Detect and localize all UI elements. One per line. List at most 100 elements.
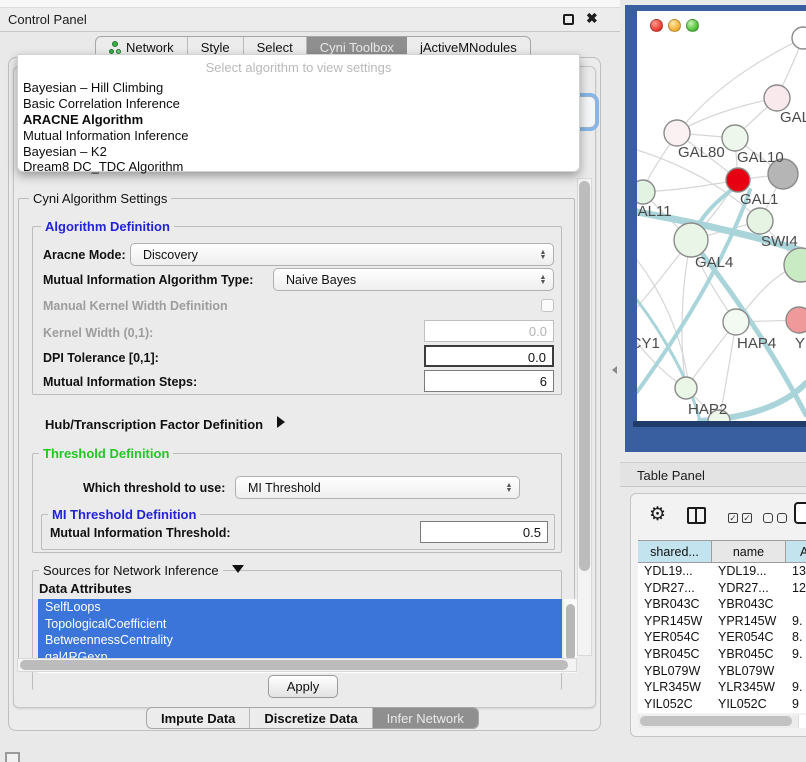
table-row[interactable]: YDL19...YDL19...13 xyxy=(638,563,806,580)
aracne-mode-select[interactable]: Discovery ▲▼ xyxy=(130,243,554,266)
node-label: SWI4 xyxy=(761,233,798,250)
settings-horizontal-scrollbar[interactable] xyxy=(17,658,577,672)
dropdown-item-selected[interactable]: ARACNE Algorithm xyxy=(23,112,143,127)
network-canvas[interactable]: GAL GAL80 GAL10 GAL1 GAL11 SWI4 GAL4 GCY… xyxy=(637,11,806,421)
node-label: GAL80 xyxy=(678,144,725,161)
apply-button[interactable]: Apply xyxy=(268,675,338,698)
network-icon xyxy=(109,41,121,54)
hub-definition-label[interactable]: Hub/Transcription Factor Definition xyxy=(45,417,263,432)
mi-threshold-field[interactable]: 0.5 xyxy=(420,521,548,543)
table-row[interactable]: YBL079WYBL079W xyxy=(638,663,806,680)
mi-algorithm-type-select[interactable]: Naive Bayes ▲▼ xyxy=(273,268,554,291)
mi-type-label: Mutual Information Algorithm Type: xyxy=(43,273,253,287)
spinner-icon: ▲▼ xyxy=(537,275,553,285)
tab-label: Network xyxy=(126,40,174,55)
window-minimize-icon[interactable] xyxy=(668,19,681,32)
settings-viewport: Cyni Algorithm Settings Algorithm Defini… xyxy=(15,176,592,672)
checkbox-checked-icon[interactable]: ✓ xyxy=(728,513,738,523)
table-row[interactable]: YBR045CYBR045C9. xyxy=(638,646,806,663)
mi-type-value: Naive Bayes xyxy=(274,273,537,287)
checkbox-unchecked-icon[interactable] xyxy=(777,513,787,523)
node-label: GAL1 xyxy=(740,191,778,208)
dropdown-item[interactable]: Dream8 DC_TDC Algorithm xyxy=(23,159,183,174)
settings-vertical-scrollbar[interactable] xyxy=(577,178,592,656)
node-label: GAL10 xyxy=(737,149,784,166)
kernel-width-field: 0.0 xyxy=(424,320,554,342)
node-label: HAP2 xyxy=(688,401,727,418)
attribute-item-selected[interactable]: BetweennessCentrality xyxy=(38,632,562,649)
which-threshold-label: Which threshold to use: xyxy=(83,481,225,495)
attribute-item-selected[interactable]: SelfLoops xyxy=(38,599,562,616)
cyni-algorithm-settings-group: Cyni Algorithm Settings Algorithm Defini… xyxy=(18,198,575,660)
algorithm-dropdown-popup: Select algorithm to view settings Bayesi… xyxy=(17,54,580,172)
window-zoom-icon[interactable] xyxy=(686,19,699,32)
tab-label: Impute Data xyxy=(161,711,235,726)
column-header-shared-name[interactable]: shared... xyxy=(638,541,712,563)
aracne-mode-value: Discovery xyxy=(131,248,537,262)
panel-divider-collapse-icon[interactable] xyxy=(612,366,617,374)
mi-threshold-label: Mutual Information Threshold: xyxy=(50,526,231,540)
tab-infer-network[interactable]: Infer Network xyxy=(373,708,478,728)
table-row[interactable]: YBR043CYBR043C xyxy=(638,596,806,613)
table-header-row: shared... name A xyxy=(638,540,806,563)
algorithm-definition-group: Algorithm Definition Aracne Mode: Discov… xyxy=(32,226,562,395)
sources-group: Sources for Network Inference Data Attri… xyxy=(32,570,562,690)
table-row[interactable]: YIL052CYIL052C9 xyxy=(638,696,806,713)
node-label: GAL xyxy=(780,109,806,126)
app-top-strip xyxy=(0,0,620,8)
column-header-partial[interactable]: A xyxy=(786,541,806,563)
group-title: MI Threshold Definition xyxy=(48,507,200,522)
table-row[interactable]: YER054CYER054C8. xyxy=(638,629,806,646)
mi-steps-field[interactable]: 6 xyxy=(424,370,554,392)
checkbox-unchecked-icon[interactable] xyxy=(763,513,773,523)
dropdown-placeholder: Select algorithm to view settings xyxy=(18,60,579,75)
window-close-icon[interactable] xyxy=(650,19,663,32)
tab-label: jActiveMNodules xyxy=(420,40,517,55)
attribute-item-selected[interactable]: TopologicalCoefficient xyxy=(38,616,562,633)
table-row[interactable]: YLR345WYLR345W9. xyxy=(638,679,806,696)
gear-icon[interactable]: ⚙ xyxy=(649,505,666,524)
float-icon[interactable] xyxy=(563,14,574,25)
dropdown-item[interactable]: Bayesian – K2 xyxy=(23,144,107,159)
table-panel-title: Table Panel xyxy=(637,468,705,483)
checkbox-checked-icon[interactable]: ✓ xyxy=(742,513,752,523)
docked-panel-icon[interactable] xyxy=(5,752,20,762)
dropdown-item[interactable]: Basic Correlation Inference xyxy=(23,96,180,111)
which-threshold-select[interactable]: MI Threshold ▲▼ xyxy=(235,476,520,499)
close-icon[interactable]: ✖ xyxy=(586,10,598,27)
scrollbar-corner xyxy=(798,715,806,728)
aracne-mode-label: Aracne Mode: xyxy=(43,248,126,262)
tab-label: Style xyxy=(201,40,230,55)
manual-kernel-label: Manual Kernel Width Definition xyxy=(43,299,228,313)
tab-impute-data[interactable]: Impute Data xyxy=(147,708,250,728)
tab-discretize-data[interactable]: Discretize Data xyxy=(250,708,372,728)
dpi-tolerance-field[interactable]: 0.0 xyxy=(424,345,554,367)
tab-label: Select xyxy=(257,40,293,55)
table-row[interactable]: YDR27...YDR27...12 xyxy=(638,580,806,597)
mi-steps-label: Mutual Information Steps: xyxy=(43,375,197,389)
node-label: GCY1 xyxy=(637,335,660,352)
control-panel-titlebar: Control Panel ✖ xyxy=(0,8,620,32)
screen: Control Panel ✖ Network Style Select Cyn… xyxy=(0,0,806,762)
chevron-down-icon[interactable] xyxy=(232,565,244,573)
network-view-window[interactable]: GAL GAL80 GAL10 GAL1 GAL11 SWI4 GAL4 GCY… xyxy=(625,5,806,452)
table-toolbar: ⚙ ✓ ✓ xyxy=(631,494,806,538)
manual-kernel-checkbox[interactable] xyxy=(541,299,554,312)
table-panel: ⚙ ✓ ✓ shared... name A YDL19...YDL19...1… xyxy=(630,493,806,737)
split-view-icon[interactable] xyxy=(687,507,706,524)
spinner-icon: ▲▼ xyxy=(503,483,519,493)
table-function-icon[interactable] xyxy=(794,502,806,524)
table-horizontal-scrollbar[interactable] xyxy=(638,715,798,728)
data-attributes-label: Data Attributes xyxy=(39,581,132,596)
chevron-right-icon[interactable] xyxy=(277,416,285,428)
mi-threshold-definition-group: MI Threshold Definition Mutual Informati… xyxy=(41,514,555,550)
table-row[interactable]: YPR145WYPR145W9. xyxy=(638,613,806,630)
cyni-bottom-tabs: Impute Data Discretize Data Infer Networ… xyxy=(146,707,479,729)
dropdown-item[interactable]: Bayesian – Hill Climbing xyxy=(23,80,163,95)
group-title: Sources for Network Inference xyxy=(39,563,223,578)
column-header-name[interactable]: name xyxy=(712,541,786,563)
table-panel-titlebar: Table Panel xyxy=(620,462,806,487)
window-shadow xyxy=(633,421,806,427)
group-title: Cyni Algorithm Settings xyxy=(29,191,171,206)
dropdown-item[interactable]: Mutual Information Inference xyxy=(23,128,188,143)
